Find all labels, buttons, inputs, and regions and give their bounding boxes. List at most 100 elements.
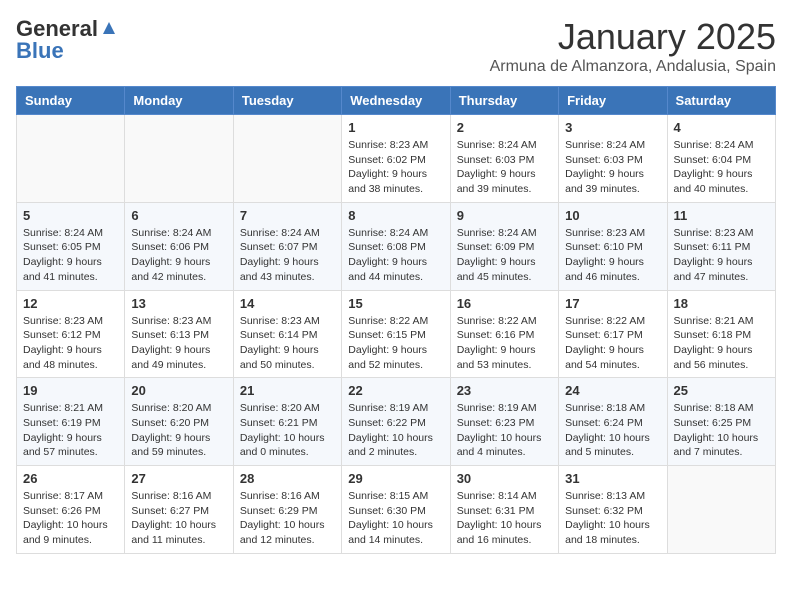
day-info: Sunrise: 8:24 AM Sunset: 6:06 PM Dayligh… xyxy=(131,226,226,285)
day-number: 8 xyxy=(348,208,443,223)
day-of-week-wednesday: Wednesday xyxy=(342,87,450,115)
calendar-cell: 4Sunrise: 8:24 AM Sunset: 6:04 PM Daylig… xyxy=(667,115,775,203)
calendar-cell: 1Sunrise: 8:23 AM Sunset: 6:02 PM Daylig… xyxy=(342,115,450,203)
day-info: Sunrise: 8:22 AM Sunset: 6:17 PM Dayligh… xyxy=(565,314,660,373)
calendar-cell: 22Sunrise: 8:19 AM Sunset: 6:22 PM Dayli… xyxy=(342,378,450,466)
day-number: 18 xyxy=(674,296,769,311)
calendar-cell: 13 Sunrise: 8:23 AM Sunset: 6:13 PM Dayli… xyxy=(125,290,233,378)
calendar-cell: 11 Sunrise: 8:23 AM Sunset: 6:11 PM Dayli… xyxy=(667,202,775,290)
calendar-cell: 23Sunrise: 8:19 AM Sunset: 6:23 PM Dayli… xyxy=(450,378,558,466)
calendar-cell xyxy=(233,115,341,203)
day-info: Sunrise: 8:24 AM Sunset: 6:03 PM Dayligh… xyxy=(457,138,552,197)
day-number: 29 xyxy=(348,471,443,486)
days-of-week-row: SundayMondayTuesdayWednesdayThursdayFrid… xyxy=(17,87,776,115)
calendar-cell: 5 Sunrise: 8:24 AM Sunset: 6:05 PM Daylig… xyxy=(17,202,125,290)
location-title: Armuna de Almanzora, Andalusia, Spain xyxy=(490,58,776,76)
calendar-cell: 25Sunrise: 8:18 AM Sunset: 6:25 PM Dayli… xyxy=(667,378,775,466)
day-number: 26 xyxy=(23,471,118,486)
day-info: Sunrise: 8:23 AM Sunset: 6:13 PM Dayligh… xyxy=(131,314,226,373)
day-info: Sunrise: 8:16 AM Sunset: 6:29 PM Dayligh… xyxy=(240,489,335,548)
day-number: 11 xyxy=(674,208,769,223)
calendar-cell: 15 Sunrise: 8:22 AM Sunset: 6:15 PM Dayli… xyxy=(342,290,450,378)
day-number: 21 xyxy=(240,383,335,398)
day-number: 9 xyxy=(457,208,552,223)
day-info: Sunrise: 8:23 AM Sunset: 6:12 PM Dayligh… xyxy=(23,314,118,373)
calendar-cell: 7 Sunrise: 8:24 AM Sunset: 6:07 PM Daylig… xyxy=(233,202,341,290)
calendar-cell: 6Sunrise: 8:24 AM Sunset: 6:06 PM Daylig… xyxy=(125,202,233,290)
day-number: 30 xyxy=(457,471,552,486)
day-number: 27 xyxy=(131,471,226,486)
day-number: 3 xyxy=(565,120,660,135)
day-number: 22 xyxy=(348,383,443,398)
calendar-week-2: 12 Sunrise: 8:23 AM Sunset: 6:12 PM Dayli… xyxy=(17,290,776,378)
calendar-week-0: 1Sunrise: 8:23 AM Sunset: 6:02 PM Daylig… xyxy=(17,115,776,203)
day-info: Sunrise: 8:20 AM Sunset: 6:21 PM Dayligh… xyxy=(240,401,335,460)
calendar-week-4: 26Sunrise: 8:17 AM Sunset: 6:26 PM Dayli… xyxy=(17,466,776,554)
day-number: 19 xyxy=(23,383,118,398)
day-number: 4 xyxy=(674,120,769,135)
title-area: January 2025 Armuna de Almanzora, Andalu… xyxy=(490,16,776,76)
day-of-week-thursday: Thursday xyxy=(450,87,558,115)
day-number: 28 xyxy=(240,471,335,486)
calendar-cell: 18Sunrise: 8:21 AM Sunset: 6:18 PM Dayli… xyxy=(667,290,775,378)
calendar-week-1: 5 Sunrise: 8:24 AM Sunset: 6:05 PM Daylig… xyxy=(17,202,776,290)
day-info: Sunrise: 8:13 AM Sunset: 6:32 PM Dayligh… xyxy=(565,489,660,548)
day-number: 2 xyxy=(457,120,552,135)
day-info: Sunrise: 8:24 AM Sunset: 6:03 PM Dayligh… xyxy=(565,138,660,197)
calendar-cell: 12 Sunrise: 8:23 AM Sunset: 6:12 PM Dayli… xyxy=(17,290,125,378)
calendar-cell: 30 Sunrise: 8:14 AM Sunset: 6:31 PM Dayli… xyxy=(450,466,558,554)
day-info: Sunrise: 8:22 AM Sunset: 6:15 PM Dayligh… xyxy=(348,314,443,373)
calendar-cell: 20 Sunrise: 8:20 AM Sunset: 6:20 PM Dayli… xyxy=(125,378,233,466)
calendar-week-3: 19 Sunrise: 8:21 AM Sunset: 6:19 PM Dayli… xyxy=(17,378,776,466)
calendar-cell: 24Sunrise: 8:18 AM Sunset: 6:24 PM Dayli… xyxy=(559,378,667,466)
day-number: 24 xyxy=(565,383,660,398)
day-info: Sunrise: 8:21 AM Sunset: 6:19 PM Dayligh… xyxy=(23,401,118,460)
day-info: Sunrise: 8:23 AM Sunset: 6:11 PM Dayligh… xyxy=(674,226,769,285)
day-info: Sunrise: 8:20 AM Sunset: 6:20 PM Dayligh… xyxy=(131,401,226,460)
day-number: 5 xyxy=(23,208,118,223)
day-info: Sunrise: 8:14 AM Sunset: 6:31 PM Dayligh… xyxy=(457,489,552,548)
page-header: General Blue January 2025 Armuna de Alma… xyxy=(16,16,776,76)
calendar-cell xyxy=(125,115,233,203)
calendar-cell: 9Sunrise: 8:24 AM Sunset: 6:09 PM Daylig… xyxy=(450,202,558,290)
calendar-cell: 10 Sunrise: 8:23 AM Sunset: 6:10 PM Dayli… xyxy=(559,202,667,290)
day-of-week-sunday: Sunday xyxy=(17,87,125,115)
day-info: Sunrise: 8:22 AM Sunset: 6:16 PM Dayligh… xyxy=(457,314,552,373)
day-info: Sunrise: 8:15 AM Sunset: 6:30 PM Dayligh… xyxy=(348,489,443,548)
day-number: 1 xyxy=(348,120,443,135)
calendar-body: 1Sunrise: 8:23 AM Sunset: 6:02 PM Daylig… xyxy=(17,115,776,554)
logo-blue-text: Blue xyxy=(16,38,64,64)
day-of-week-friday: Friday xyxy=(559,87,667,115)
day-number: 12 xyxy=(23,296,118,311)
calendar-cell: 17 Sunrise: 8:22 AM Sunset: 6:17 PM Dayli… xyxy=(559,290,667,378)
day-info: Sunrise: 8:19 AM Sunset: 6:23 PM Dayligh… xyxy=(457,401,552,460)
day-number: 14 xyxy=(240,296,335,311)
day-number: 16 xyxy=(457,296,552,311)
calendar-cell: 26Sunrise: 8:17 AM Sunset: 6:26 PM Dayli… xyxy=(17,466,125,554)
day-info: Sunrise: 8:23 AM Sunset: 6:14 PM Dayligh… xyxy=(240,314,335,373)
day-info: Sunrise: 8:24 AM Sunset: 6:07 PM Dayligh… xyxy=(240,226,335,285)
day-number: 10 xyxy=(565,208,660,223)
day-number: 13 xyxy=(131,296,226,311)
calendar-cell xyxy=(17,115,125,203)
day-number: 25 xyxy=(674,383,769,398)
day-number: 15 xyxy=(348,296,443,311)
day-number: 17 xyxy=(565,296,660,311)
calendar-cell: 29 Sunrise: 8:15 AM Sunset: 6:30 PM Dayli… xyxy=(342,466,450,554)
logo: General Blue xyxy=(16,16,117,64)
day-info: Sunrise: 8:24 AM Sunset: 6:05 PM Dayligh… xyxy=(23,226,118,285)
day-number: 7 xyxy=(240,208,335,223)
logo-triangle-icon xyxy=(101,20,117,41)
day-of-week-monday: Monday xyxy=(125,87,233,115)
calendar-cell: 19 Sunrise: 8:21 AM Sunset: 6:19 PM Dayli… xyxy=(17,378,125,466)
calendar-cell xyxy=(667,466,775,554)
calendar-header: SundayMondayTuesdayWednesdayThursdayFrid… xyxy=(17,87,776,115)
day-number: 20 xyxy=(131,383,226,398)
calendar-cell: 2 Sunrise: 8:24 AM Sunset: 6:03 PM Daylig… xyxy=(450,115,558,203)
calendar-cell: 16 Sunrise: 8:22 AM Sunset: 6:16 PM Dayli… xyxy=(450,290,558,378)
day-of-week-tuesday: Tuesday xyxy=(233,87,341,115)
calendar-cell: 21 Sunrise: 8:20 AM Sunset: 6:21 PM Dayli… xyxy=(233,378,341,466)
calendar-cell: 8Sunrise: 8:24 AM Sunset: 6:08 PM Daylig… xyxy=(342,202,450,290)
day-info: Sunrise: 8:23 AM Sunset: 6:10 PM Dayligh… xyxy=(565,226,660,285)
calendar-table: SundayMondayTuesdayWednesdayThursdayFrid… xyxy=(16,86,776,554)
